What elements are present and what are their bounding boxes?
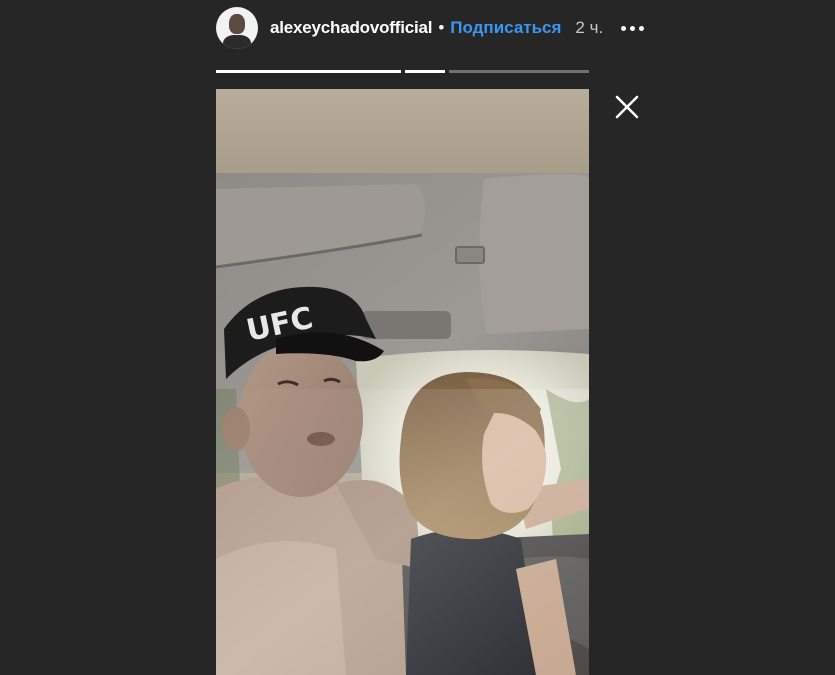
progress-segment [216, 70, 401, 73]
story-video-frame: UFC [216, 89, 589, 675]
separator-dot: • [438, 18, 445, 37]
follow-button[interactable]: Подписаться [450, 18, 561, 38]
story-viewer: alexeychadovofficial • Подписаться 2 ч. [0, 0, 835, 675]
story-progress [216, 70, 589, 73]
progress-fill [216, 70, 401, 73]
progress-segment [449, 70, 589, 73]
post-time: 2 ч. [575, 18, 604, 37]
username[interactable]: alexeychadovofficial [270, 18, 433, 38]
close-icon[interactable] [612, 92, 642, 122]
more-options-icon[interactable] [621, 22, 645, 35]
story-header: alexeychadovofficial • Подписаться 2 ч. [216, 6, 645, 50]
progress-segment [405, 70, 445, 73]
progress-fill [405, 70, 445, 73]
story-media[interactable]: UFC [216, 89, 589, 675]
user-avatar-icon[interactable] [216, 7, 258, 49]
